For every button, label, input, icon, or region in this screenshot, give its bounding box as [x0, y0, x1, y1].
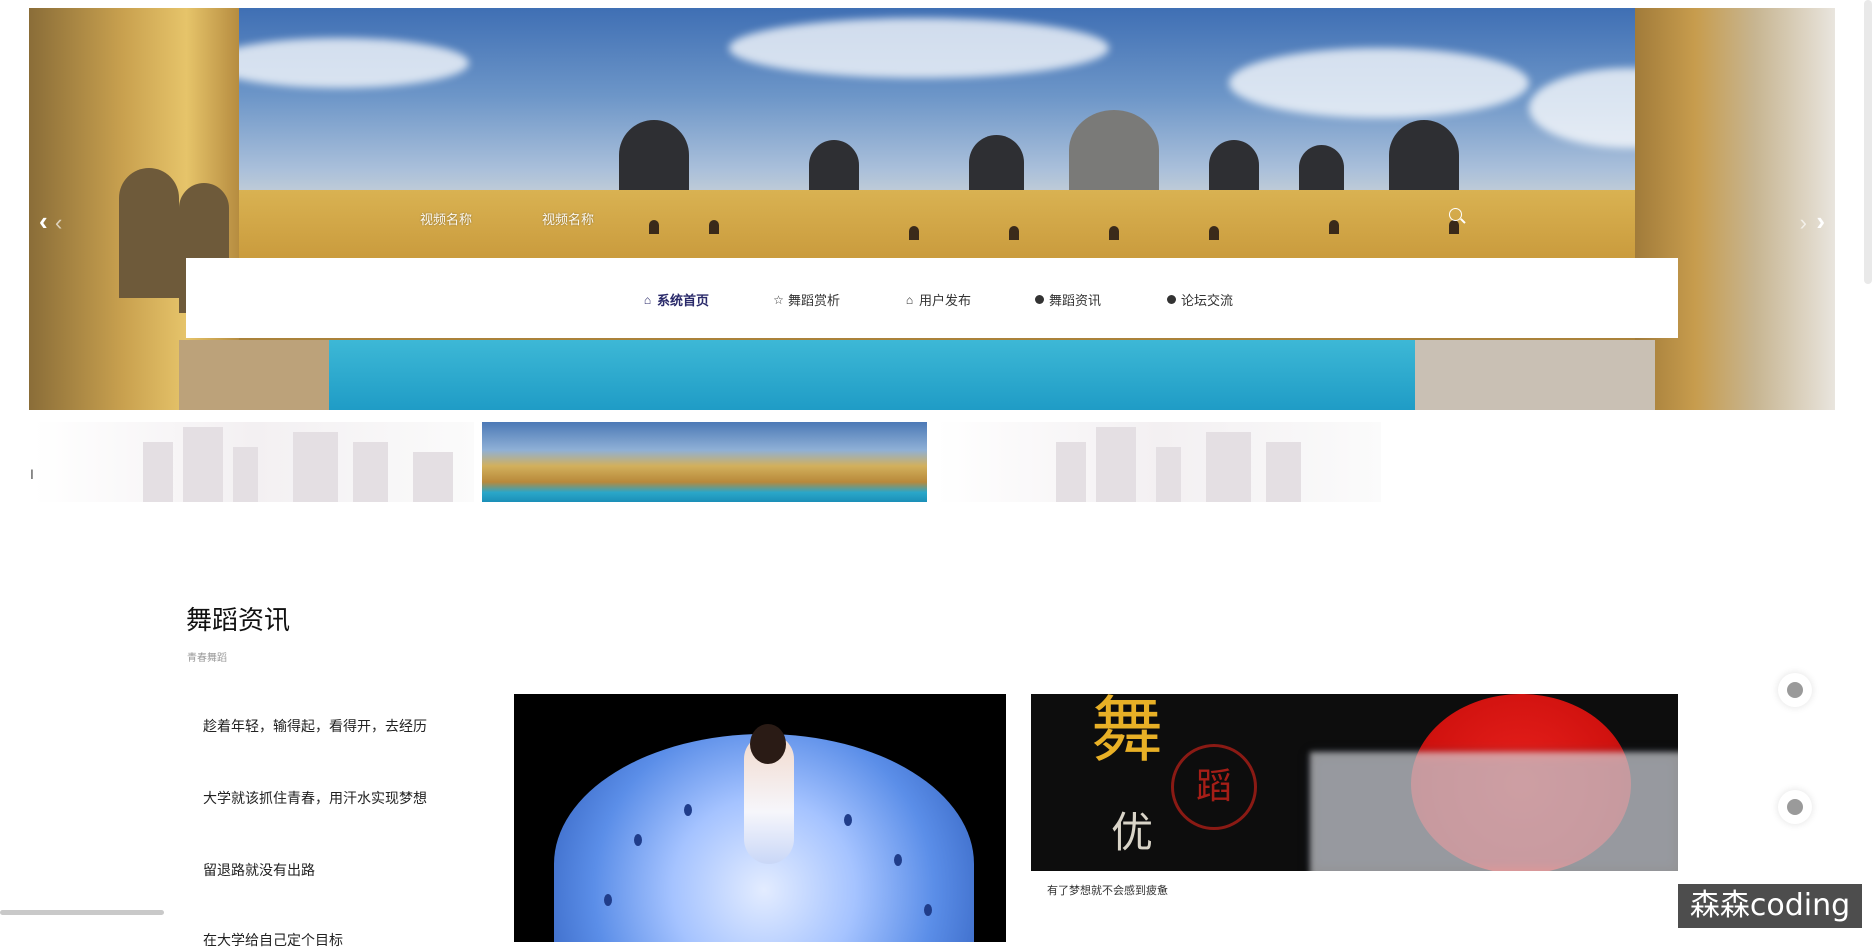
news-item[interactable]: 在大学给自己定个目标 [203, 930, 343, 950]
dome [619, 120, 689, 190]
right-building [1635, 8, 1835, 410]
dome [809, 140, 859, 190]
cloud [729, 18, 1109, 78]
nav-item-dance-news[interactable]: 舞蹈资讯 [1035, 290, 1101, 309]
circle-icon [1787, 682, 1803, 698]
dome [1299, 145, 1344, 190]
nav-item-home[interactable]: ⌂ 系统首页 [641, 290, 709, 309]
window [1209, 226, 1219, 240]
section-title: 舞蹈资讯 [186, 605, 291, 635]
poster-seal: 蹈 [1171, 744, 1257, 830]
news-item[interactable]: 趁着年轻，输得起，看得开，去经历 [203, 716, 427, 736]
chevron-left-icon: ‹ [55, 210, 63, 235]
news-item[interactable]: 留退路就没有出路 [203, 860, 315, 880]
window [1329, 220, 1339, 234]
feather [844, 814, 852, 826]
blur-overlay [1310, 752, 1690, 892]
info-icon [1035, 295, 1044, 304]
circle-icon [1787, 799, 1803, 815]
building [1056, 442, 1086, 502]
building [293, 432, 338, 502]
watermark: 森森coding [1678, 884, 1862, 928]
cloud [209, 38, 469, 88]
building [183, 427, 223, 502]
bag-icon: ⌂ [905, 292, 914, 307]
nav-label: 舞蹈资讯 [1049, 293, 1102, 308]
dancer-head [750, 724, 786, 764]
next-slide-button[interactable]: › [1816, 208, 1825, 234]
nav-label: 论坛交流 [1181, 293, 1234, 308]
horizontal-scrollbar[interactable] [0, 910, 164, 915]
dome [1069, 110, 1159, 190]
nav-label: 系统首页 [657, 293, 710, 308]
building [143, 442, 173, 502]
deck-right [1415, 340, 1655, 410]
vertical-scrollbar[interactable] [1864, 0, 1872, 284]
building [1156, 447, 1181, 502]
thumbnail[interactable] [936, 422, 1381, 502]
nav-item-user-post[interactable]: ⌂ 用户发布 [903, 290, 971, 309]
pool [329, 340, 1505, 410]
window [909, 226, 919, 240]
dome [1209, 140, 1259, 190]
nav-label: 用户发布 [919, 293, 972, 308]
hero-banner: ‹ ‹ › › 视频名称 视频名称 [29, 8, 1835, 410]
arch [119, 168, 179, 298]
poster-text: 舞 [1091, 694, 1164, 772]
feather [924, 904, 932, 916]
feather [684, 804, 692, 816]
window [709, 220, 719, 234]
nav-item-dance-appreciation[interactable]: ☆ 舞蹈赏析 [772, 290, 840, 309]
window [1109, 226, 1119, 240]
float-action-button[interactable] [1778, 673, 1812, 707]
star-icon: ☆ [773, 292, 784, 307]
top-nav-item-2[interactable]: 视频名称 [542, 209, 594, 228]
building [353, 442, 388, 502]
window [649, 220, 659, 234]
thumbnail[interactable] [33, 422, 474, 502]
feather [634, 834, 642, 846]
building [233, 447, 258, 502]
news-item[interactable]: 大学就该抓住青春，用汗水实现梦想 [203, 788, 427, 808]
building [1266, 442, 1301, 502]
news-card-peacock-dance[interactable] [514, 694, 1006, 942]
window [1449, 220, 1459, 234]
top-nav-item-1[interactable]: 视频名称 [420, 209, 472, 228]
poster-text: 优 [1111, 808, 1154, 857]
chevron-right-icon: › [1799, 210, 1807, 235]
nav-label: 舞蹈赏析 [788, 293, 841, 308]
dome [1389, 120, 1459, 190]
building [1206, 432, 1251, 502]
thumbnail-active[interactable] [482, 422, 927, 502]
window [1009, 226, 1019, 240]
prev-slide-button[interactable]: ‹ [39, 208, 48, 234]
card-caption: 有了梦想就不会感到疲惫 [1047, 885, 1168, 897]
dome [969, 135, 1024, 190]
help-icon [1167, 295, 1176, 304]
back-to-top-button[interactable] [1778, 790, 1812, 824]
building [413, 452, 453, 502]
nav-item-forum[interactable]: 论坛交流 [1167, 290, 1233, 309]
main-nav: ⌂ 系统首页 ☆ 舞蹈赏析 ⌂ 用户发布 舞蹈资讯 论坛交流 [186, 258, 1678, 338]
cloud [1229, 48, 1529, 118]
feather [604, 894, 612, 906]
building [1096, 427, 1136, 502]
feather [894, 854, 902, 866]
home-icon: ⌂ [643, 292, 652, 307]
search-icon[interactable] [1449, 208, 1462, 221]
section-subtitle: 青春舞蹈 [187, 653, 227, 664]
